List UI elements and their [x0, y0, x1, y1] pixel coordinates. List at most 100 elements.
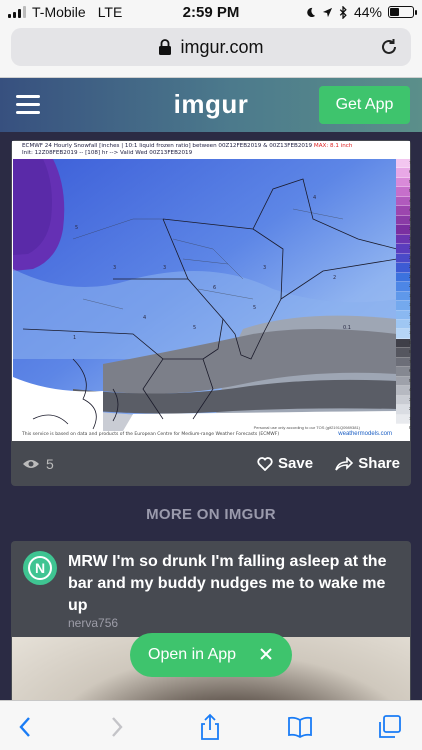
scale-label: 9: [409, 340, 411, 346]
scale-swatch: [396, 348, 410, 358]
forward-icon[interactable]: [102, 713, 130, 741]
post-username[interactable]: nerva756: [68, 616, 118, 630]
share-arrow-icon: [335, 456, 354, 471]
scale-swatch: [396, 187, 410, 197]
scale-label: 25: [409, 265, 411, 271]
more-on-imgur-heading: MORE ON IMGUR: [146, 506, 276, 523]
scale-swatch: [396, 376, 410, 387]
scale-swatch: [396, 159, 410, 169]
scale-label: 44: [409, 208, 411, 214]
svg-text:1: 1: [73, 335, 76, 341]
post-image[interactable]: ECMWF 24 Hourly Snowfall [inches | 10:1 …: [12, 141, 411, 441]
scale-label: 7: [409, 359, 411, 365]
moon-icon: [307, 7, 316, 17]
scale-label: 6: [409, 369, 411, 375]
reload-icon[interactable]: [379, 37, 399, 57]
save-button[interactable]: Save: [257, 455, 313, 472]
scale-swatch: [396, 367, 410, 377]
map-footer: This service is based on data and produc…: [22, 432, 280, 437]
scale-label: 2: [409, 407, 411, 413]
post-title[interactable]: MRW I'm so drunk I'm falling asleep at t…: [68, 551, 403, 617]
svg-text:5: 5: [253, 305, 256, 311]
battery-percent: 44%: [353, 4, 382, 20]
location-arrow-icon: [322, 7, 333, 17]
svg-text:3: 3: [163, 265, 166, 271]
share-button[interactable]: Share: [335, 455, 400, 472]
svg-text:0.1: 0.1: [343, 325, 351, 331]
scale-label: 3: [409, 397, 411, 403]
scale-swatch: [396, 405, 410, 415]
scale-label: 32: [409, 236, 411, 242]
svg-text:5: 5: [75, 225, 78, 231]
scale-label: 56: [409, 179, 411, 185]
post-card: ECMWF 24 Hourly Snowfall [inches | 10:1 …: [11, 140, 411, 486]
scale-swatch: [396, 196, 410, 207]
scale-label: 13: [409, 321, 411, 327]
svg-text:4: 4: [143, 315, 146, 321]
scale-label: 40: [409, 217, 411, 223]
scale-label: 29: [409, 246, 411, 252]
avatar[interactable]: N: [23, 551, 57, 585]
scale-label: 52: [409, 189, 411, 195]
map-subtitle: Init: 12Z08FEB2019 -- [108] hr --> Valid…: [22, 150, 193, 156]
scale-swatch: [396, 291, 410, 302]
back-icon[interactable]: [12, 713, 40, 741]
tabs-icon[interactable]: [376, 713, 404, 741]
close-icon[interactable]: [258, 646, 274, 662]
map-brand: weathermodels.com: [338, 431, 392, 437]
scale-swatch: [396, 263, 410, 273]
get-app-button[interactable]: Get App: [319, 86, 410, 124]
scale-swatch: [396, 301, 410, 311]
post-actions: 5 Save Share: [11, 442, 411, 486]
scale-label: 17: [409, 303, 411, 309]
save-label: Save: [278, 455, 314, 472]
scale-label: 19: [409, 293, 411, 299]
map-note: Personal use only according to our TOS (…: [253, 425, 360, 430]
svg-text:3: 3: [113, 265, 116, 271]
scale-label: 1: [409, 416, 411, 422]
scale-swatch: [396, 357, 410, 368]
scale-swatch: [396, 310, 410, 320]
scale-swatch: [396, 414, 410, 425]
site-header: imgur Get App: [0, 78, 422, 132]
scale-swatch: [396, 215, 410, 226]
address-bar[interactable]: imgur.com: [11, 28, 411, 66]
scale-swatch: [396, 386, 410, 396]
url-text: imgur.com: [180, 36, 264, 57]
scale-label: 8: [409, 350, 411, 356]
bluetooth-icon: [339, 5, 347, 19]
scale-swatch: [396, 272, 410, 283]
scale-swatch: [396, 177, 410, 188]
scale-swatch: [396, 206, 410, 216]
svg-text:3: 3: [263, 265, 266, 271]
eye-icon: [23, 460, 39, 468]
scale-label: 27: [409, 255, 411, 261]
bookmarks-icon[interactable]: [286, 713, 314, 741]
scale-label: 11: [409, 331, 411, 337]
snowfall-map: 5 3 3 6 3 4 2 4 5 5 1 0.1: [13, 159, 397, 431]
heart-icon: [257, 456, 273, 471]
scale-swatch: [396, 329, 410, 339]
svg-text:2: 2: [333, 275, 336, 281]
scale-swatch: [396, 234, 410, 245]
open-in-app-label: Open in App: [148, 646, 237, 663]
avatar-letter: N: [28, 556, 52, 580]
scale-swatch: [396, 168, 410, 178]
color-scale: [396, 159, 410, 434]
lock-icon: [159, 39, 172, 55]
scale-label: 36: [409, 227, 411, 233]
svg-text:6: 6: [213, 285, 216, 291]
scale-label: 21: [409, 284, 411, 290]
open-in-app-button[interactable]: Open in App: [130, 633, 292, 677]
scale-label: 60: [409, 170, 411, 176]
views-value: 5: [46, 456, 54, 472]
scale-label: 72: [409, 161, 411, 166]
status-bar: T-Mobile LTE 2:59 PM 44%: [0, 0, 422, 24]
scale-label: 0.1: [409, 426, 411, 432]
color-scale-labels: 7260565248444036322927252321191715131198…: [409, 159, 411, 434]
scale-label: 5: [409, 378, 411, 384]
scale-swatch: [396, 424, 410, 434]
svg-text:4: 4: [313, 195, 316, 201]
scale-swatch: [396, 244, 410, 254]
share-icon[interactable]: [196, 713, 224, 741]
